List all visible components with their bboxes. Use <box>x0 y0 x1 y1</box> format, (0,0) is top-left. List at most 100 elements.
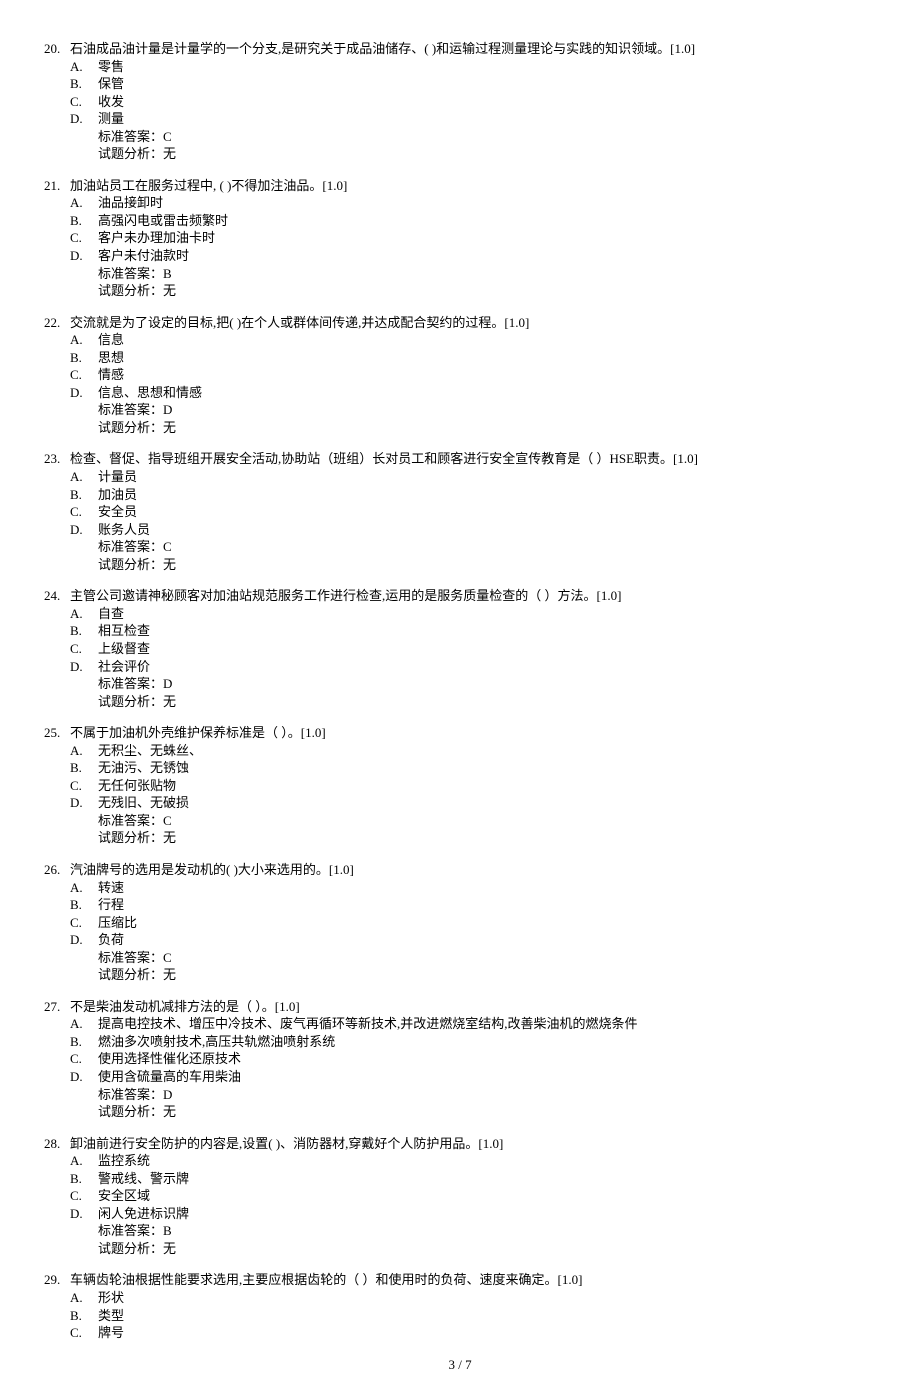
answer-prefix: 标准答案： <box>98 813 163 828</box>
question: 25.不属于加油机外壳维护保养标准是（ ）。[1.0]A.无积尘、无蛛丝、B.无… <box>44 724 876 847</box>
option-text: 相互检查 <box>98 622 150 640</box>
option-row: D.账务人员 <box>70 521 876 539</box>
option-text: 安全区域 <box>98 1187 150 1205</box>
option-row: C.牌号 <box>70 1324 876 1342</box>
question: 28.卸油前进行安全防护的内容是,设置( )、消防器材,穿戴好个人防护用品。[1… <box>44 1135 876 1258</box>
analysis: 试题分析：无 <box>98 419 876 437</box>
standard-answer: 标准答案：C <box>98 128 876 146</box>
analysis-value: 无 <box>163 146 176 161</box>
analysis-prefix: 试题分析： <box>98 557 163 572</box>
question-number: 29. <box>44 1271 70 1289</box>
option-row: C.客户未办理加油卡时 <box>70 229 876 247</box>
option-text: 压缩比 <box>98 914 137 932</box>
question: 26.汽油牌号的选用是发动机的( )大小来选用的。[1.0]A.转速B.行程C.… <box>44 861 876 984</box>
option-row: D.信息、思想和情感 <box>70 384 876 402</box>
analysis-value: 无 <box>163 283 176 298</box>
question-header: 20.石油成品油计量是计量学的一个分支,是研究关于成品油储存、( )和运输过程测… <box>44 40 876 58</box>
answer-value: C <box>163 129 172 144</box>
option-letter: D. <box>70 384 98 402</box>
option-letter: A. <box>70 1152 98 1170</box>
option-letter: A. <box>70 1289 98 1307</box>
analysis-value: 无 <box>163 1104 176 1119</box>
option-letter: C. <box>70 366 98 384</box>
option-text: 提高电控技术、增压中冷技术、废气再循环等新技术,并改进燃烧室结构,改善柴油机的燃… <box>98 1015 638 1033</box>
question-header: 21.加油站员工在服务过程中, ( )不得加注油品。[1.0] <box>44 177 876 195</box>
option-row: D.负荷 <box>70 931 876 949</box>
question: 22.交流就是为了设定的目标,把( )在个人或群体间传递,并达成配合契约的过程。… <box>44 314 876 437</box>
option-text: 牌号 <box>98 1324 124 1342</box>
option-letter: D. <box>70 1205 98 1223</box>
option-text: 客户未办理加油卡时 <box>98 229 215 247</box>
option-row: B.高强闪电或雷击频繁时 <box>70 212 876 230</box>
question: 24.主管公司邀请神秘顾客对加油站规范服务工作进行检查,运用的是服务质量检查的（… <box>44 587 876 710</box>
analysis-value: 无 <box>163 557 176 572</box>
option-letter: C. <box>70 1050 98 1068</box>
option-letter: C. <box>70 1324 98 1342</box>
answer-value: B <box>163 266 172 281</box>
option-text: 计量员 <box>98 468 137 486</box>
option-letter: B. <box>70 1033 98 1051</box>
question-number: 20. <box>44 40 70 58</box>
question-number: 23. <box>44 450 70 468</box>
question: 21.加油站员工在服务过程中, ( )不得加注油品。[1.0]A.油品接卸时B.… <box>44 177 876 300</box>
option-letter: A. <box>70 1015 98 1033</box>
option-letter: C. <box>70 1187 98 1205</box>
option-text: 信息 <box>98 331 124 349</box>
option-letter: C. <box>70 503 98 521</box>
option-row: C.安全区域 <box>70 1187 876 1205</box>
option-letter: D. <box>70 658 98 676</box>
option-row: A.信息 <box>70 331 876 349</box>
answer-block: 标准答案：C试题分析：无 <box>98 128 876 163</box>
option-letter: A. <box>70 742 98 760</box>
question-number: 24. <box>44 587 70 605</box>
question-number: 26. <box>44 861 70 879</box>
option-letter: B. <box>70 486 98 504</box>
option-text: 收发 <box>98 93 124 111</box>
option-letter: A. <box>70 58 98 76</box>
question: 27.不是柴油发动机减排方法的是（ ）。[1.0]A.提高电控技术、增压中冷技术… <box>44 998 876 1121</box>
option-letter: C. <box>70 777 98 795</box>
analysis: 试题分析：无 <box>98 1240 876 1258</box>
option-letter: B. <box>70 759 98 777</box>
options: A.监控系统B.警戒线、警示牌C.安全区域D.闲人免进标识牌 <box>70 1152 876 1222</box>
answer-prefix: 标准答案： <box>98 1087 163 1102</box>
question-stem: 不是柴油发动机减排方法的是（ ）。[1.0] <box>70 998 876 1016</box>
analysis-prefix: 试题分析： <box>98 420 163 435</box>
standard-answer: 标准答案：D <box>98 401 876 419</box>
standard-answer: 标准答案：B <box>98 1222 876 1240</box>
option-row: A.提高电控技术、增压中冷技术、废气再循环等新技术,并改进燃烧室结构,改善柴油机… <box>70 1015 876 1033</box>
answer-value: B <box>163 1223 172 1238</box>
option-row: A.形状 <box>70 1289 876 1307</box>
answer-value: C <box>163 950 172 965</box>
answer-value: D <box>163 1087 172 1102</box>
page-total: 7 <box>465 1357 472 1372</box>
analysis-value: 无 <box>163 830 176 845</box>
questions-container: 20.石油成品油计量是计量学的一个分支,是研究关于成品油储存、( )和运输过程测… <box>44 40 876 1342</box>
question-stem: 石油成品油计量是计量学的一个分支,是研究关于成品油储存、( )和运输过程测量理论… <box>70 40 876 58</box>
option-row: B.无油污、无锈蚀 <box>70 759 876 777</box>
option-row: C.收发 <box>70 93 876 111</box>
option-text: 情感 <box>98 366 124 384</box>
question-stem: 卸油前进行安全防护的内容是,设置( )、消防器材,穿戴好个人防护用品。[1.0] <box>70 1135 876 1153</box>
option-letter: B. <box>70 622 98 640</box>
option-text: 思想 <box>98 349 124 367</box>
option-letter: A. <box>70 194 98 212</box>
option-letter: D. <box>70 521 98 539</box>
question: 23.检查、督促、指导班组开展安全活动,协助站（班组）长对员工和顾客进行安全宣传… <box>44 450 876 573</box>
analysis-value: 无 <box>163 967 176 982</box>
analysis-prefix: 试题分析： <box>98 1241 163 1256</box>
options: A.信息B.思想C.情感D.信息、思想和情感 <box>70 331 876 401</box>
question-stem: 检查、督促、指导班组开展安全活动,协助站（班组）长对员工和顾客进行安全宣传教育是… <box>70 450 876 468</box>
option-row: C.无任何张贴物 <box>70 777 876 795</box>
option-row: A.零售 <box>70 58 876 76</box>
analysis-value: 无 <box>163 420 176 435</box>
option-letter: D. <box>70 931 98 949</box>
answer-block: 标准答案：D试题分析：无 <box>98 1086 876 1121</box>
question: 20.石油成品油计量是计量学的一个分支,是研究关于成品油储存、( )和运输过程测… <box>44 40 876 163</box>
analysis-value: 无 <box>163 694 176 709</box>
question-header: 29.车辆齿轮油根据性能要求选用,主要应根据齿轮的（ ）和使用时的负荷、速度来确… <box>44 1271 876 1289</box>
option-text: 油品接卸时 <box>98 194 163 212</box>
page-sep: / <box>455 1357 465 1372</box>
question-header: 27.不是柴油发动机减排方法的是（ ）。[1.0] <box>44 998 876 1016</box>
option-text: 测量 <box>98 110 124 128</box>
